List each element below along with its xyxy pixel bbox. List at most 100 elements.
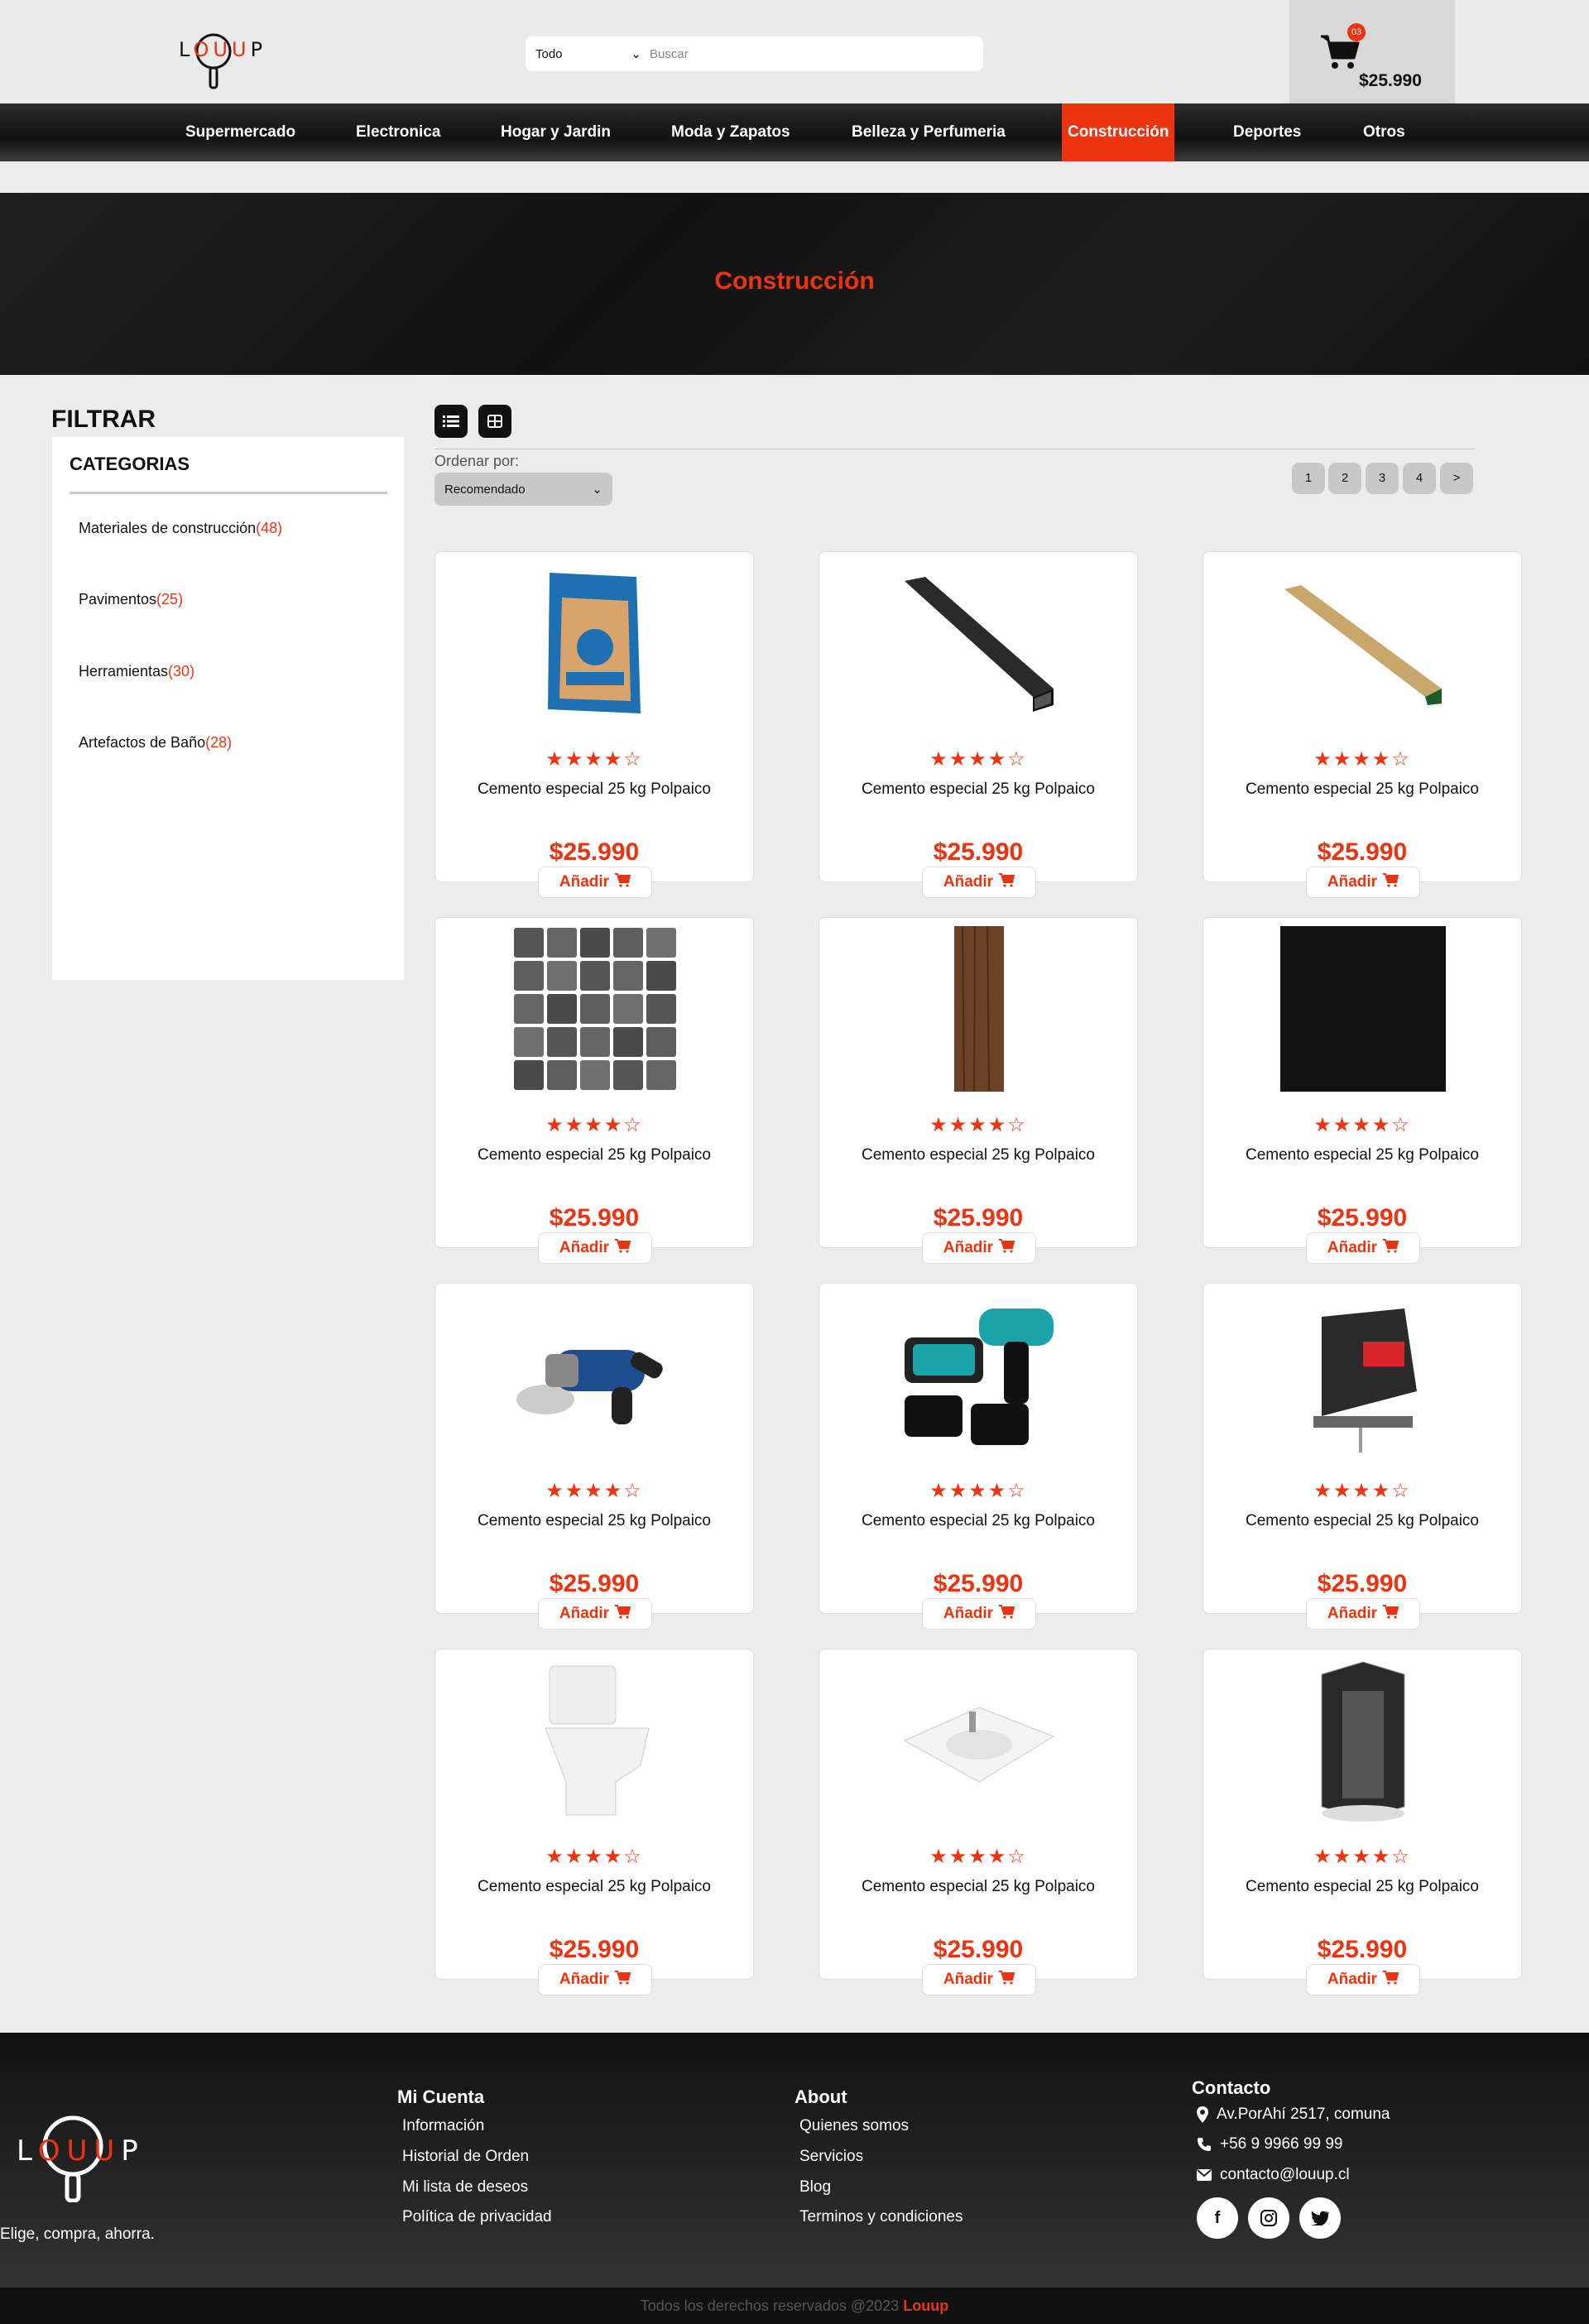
product-card[interactable]: ★★★★☆ Cemento especial 25 kg Polpaico $25.… — [1203, 1649, 1522, 1995]
add-to-cart-button[interactable]: Añadir — [538, 1232, 652, 1264]
page-button[interactable]: 1 — [1292, 463, 1325, 494]
category-item[interactable]: Pavimentos(25) — [79, 591, 183, 608]
product-name[interactable]: Cemento especial 25 kg Polpaico — [819, 1146, 1137, 1164]
star-empty-icon: ☆ — [1391, 1846, 1411, 1868]
product-card[interactable]: ★★★★☆ Cemento especial 25 kg Polpaico $25.… — [819, 1283, 1138, 1630]
add-to-cart-button[interactable]: Añadir — [922, 867, 1036, 898]
product-name[interactable]: Cemento especial 25 kg Polpaico — [1203, 1146, 1521, 1164]
angle-grinder-icon[interactable] — [512, 1292, 678, 1457]
phone[interactable]: +56 9 9966 99 99 — [1197, 2135, 1342, 2154]
twitter-button[interactable] — [1299, 2197, 1341, 2239]
envelope-icon — [1197, 2169, 1212, 2181]
footer-link[interactable]: Blog — [799, 2178, 831, 2197]
product-name[interactable]: Cemento especial 25 kg Polpaico — [819, 1878, 1137, 1896]
add-to-cart-button[interactable]: Añadir — [1306, 1598, 1420, 1630]
product-card[interactable]: ★★★★☆ Cemento especial 25 kg Polpaico $25.… — [819, 1649, 1138, 1995]
product-name[interactable]: Cemento especial 25 kg Polpaico — [435, 1512, 753, 1530]
nav-construccion[interactable]: Construcción — [1062, 103, 1175, 161]
product-card[interactable]: ★★★★☆ Cemento especial 25 kg Polpaico $25.… — [434, 1283, 754, 1630]
nav-electronica[interactable]: Electronica — [350, 103, 446, 161]
product-name[interactable]: Cemento especial 25 kg Polpaico — [1203, 1878, 1521, 1896]
stone-mosaic-icon[interactable] — [512, 926, 678, 1092]
star-filled-icon: ★ — [584, 1480, 604, 1502]
page-button[interactable]: 3 — [1366, 463, 1399, 494]
nav-moda-zapatos[interactable]: Moda y Zapatos — [665, 103, 796, 161]
category-item[interactable]: Artefactos de Baño(28) — [79, 734, 232, 751]
wood-plank-icon[interactable] — [896, 926, 1062, 1092]
add-to-cart-button[interactable]: Añadir — [538, 1598, 652, 1630]
wood-beam-icon[interactable] — [1280, 560, 1446, 726]
product-card[interactable]: ★★★★☆ Cemento especial 25 kg Polpaico $25.… — [819, 551, 1138, 898]
jigsaw-icon[interactable] — [1280, 1292, 1446, 1457]
category-item[interactable]: Herramientas(30) — [79, 663, 194, 680]
footer-link[interactable]: Política de privacidad — [402, 2208, 552, 2226]
product-card[interactable]: ★★★★☆ Cemento especial 25 kg Polpaico $25.… — [819, 917, 1138, 1264]
footer-link[interactable]: Quienes somos — [799, 2117, 909, 2135]
product-name[interactable]: Cemento especial 25 kg Polpaico — [435, 780, 753, 799]
steel-profile-icon[interactable] — [896, 560, 1062, 726]
list-view-button[interactable] — [434, 405, 468, 438]
footer-link[interactable]: Historial de Orden — [402, 2148, 529, 2166]
add-to-cart-button[interactable]: Añadir — [922, 1964, 1036, 1995]
footer-link[interactable]: Servicios — [799, 2148, 863, 2166]
footer-link[interactable]: Mi lista de deseos — [402, 2178, 528, 2197]
rating-stars: ★★★★☆ — [819, 1479, 1137, 1503]
product-card[interactable]: ★★★★☆ Cemento especial 25 kg Polpaico $25.… — [434, 1649, 754, 1995]
star-filled-icon: ★ — [584, 1114, 604, 1136]
nav-supermercado[interactable]: Supermercado — [180, 103, 301, 161]
product-name[interactable]: Cemento especial 25 kg Polpaico — [435, 1878, 753, 1896]
add-to-cart-button[interactable]: Añadir — [1306, 1964, 1420, 1995]
next-page-button[interactable]: > — [1440, 463, 1473, 494]
star-filled-icon: ★ — [1313, 1114, 1333, 1136]
footer-link[interactable]: Terminos y condiciones — [799, 2208, 963, 2226]
cart-plus-icon — [1382, 1970, 1399, 1990]
product-price: $25.990 — [549, 1204, 640, 1232]
product-name[interactable]: Cemento especial 25 kg Polpaico — [819, 780, 1137, 799]
add-to-cart-button[interactable]: Añadir — [538, 1964, 652, 1995]
cement-bag-icon[interactable] — [512, 560, 678, 726]
toilet-icon[interactable] — [512, 1658, 678, 1823]
product-card[interactable]: ★★★★☆ Cemento especial 25 kg Polpaico $25.… — [1203, 917, 1522, 1264]
product-name[interactable]: Cemento especial 25 kg Polpaico — [819, 1512, 1137, 1530]
add-to-cart-button[interactable]: Añadir — [922, 1598, 1036, 1630]
product-card[interactable]: ★★★★☆ Cemento especial 25 kg Polpaico $25.… — [434, 917, 754, 1264]
black-tile-icon[interactable] — [1280, 926, 1446, 1092]
star-filled-icon: ★ — [987, 1480, 1008, 1502]
cordless-drill-icon[interactable] — [896, 1292, 1062, 1457]
brand-name: Louup — [903, 2298, 949, 2314]
star-filled-icon: ★ — [1313, 1846, 1333, 1868]
rating-stars: ★★★★☆ — [435, 1113, 753, 1137]
email[interactable]: contacto@louup.cl — [1197, 2166, 1350, 2184]
product-name[interactable]: Cemento especial 25 kg Polpaico — [1203, 780, 1521, 799]
product-card[interactable]: ★★★★☆ Cemento especial 25 kg Polpaico $25.… — [1203, 551, 1522, 898]
product-card[interactable]: ★★★★☆ Cemento especial 25 kg Polpaico $25.… — [1203, 1283, 1522, 1630]
search-input[interactable]: Buscar — [650, 47, 983, 61]
add-to-cart-button[interactable]: Añadir — [1306, 1232, 1420, 1264]
add-to-cart-button[interactable]: Añadir — [922, 1232, 1036, 1264]
footer-link[interactable]: Información — [402, 2117, 484, 2135]
add-to-cart-button[interactable]: Añadir — [538, 867, 652, 898]
add-to-cart-button[interactable]: Añadir — [1306, 867, 1420, 898]
nav-otros[interactable]: Otros — [1357, 103, 1411, 161]
product-name[interactable]: Cemento especial 25 kg Polpaico — [1203, 1512, 1521, 1530]
product-name[interactable]: Cemento especial 25 kg Polpaico — [435, 1146, 753, 1164]
cart-button[interactable]: 03 $25.990 — [1289, 0, 1455, 103]
order-select[interactable]: Recomendado ⌄ — [434, 473, 612, 506]
sink-icon[interactable] — [896, 1658, 1062, 1823]
product-price: $25.990 — [549, 1570, 640, 1597]
search-category-select[interactable]: Todo ⌄ — [526, 46, 650, 62]
page-button[interactable]: 4 — [1403, 463, 1436, 494]
grid-view-button[interactable] — [478, 405, 511, 438]
rating-stars: ★★★★☆ — [435, 1479, 753, 1503]
logo[interactable]: LOUUP — [179, 25, 262, 91]
page-button[interactable]: 2 — [1328, 463, 1361, 494]
nav-hogar-jardin[interactable]: Hogar y Jardin — [495, 103, 617, 161]
product-card[interactable]: ★★★★☆ Cemento especial 25 kg Polpaico $25.… — [434, 551, 754, 898]
instagram-button[interactable] — [1248, 2197, 1289, 2239]
star-filled-icon: ★ — [1371, 1846, 1392, 1868]
category-item[interactable]: Materiales de construcción(48) — [79, 520, 282, 537]
facebook-button[interactable]: f — [1197, 2197, 1238, 2239]
nav-deportes[interactable]: Deportes — [1227, 103, 1307, 161]
shower-cabin-icon[interactable] — [1280, 1658, 1446, 1823]
nav-belleza-perfumeria[interactable]: Belleza y Perfumeria — [846, 103, 1011, 161]
